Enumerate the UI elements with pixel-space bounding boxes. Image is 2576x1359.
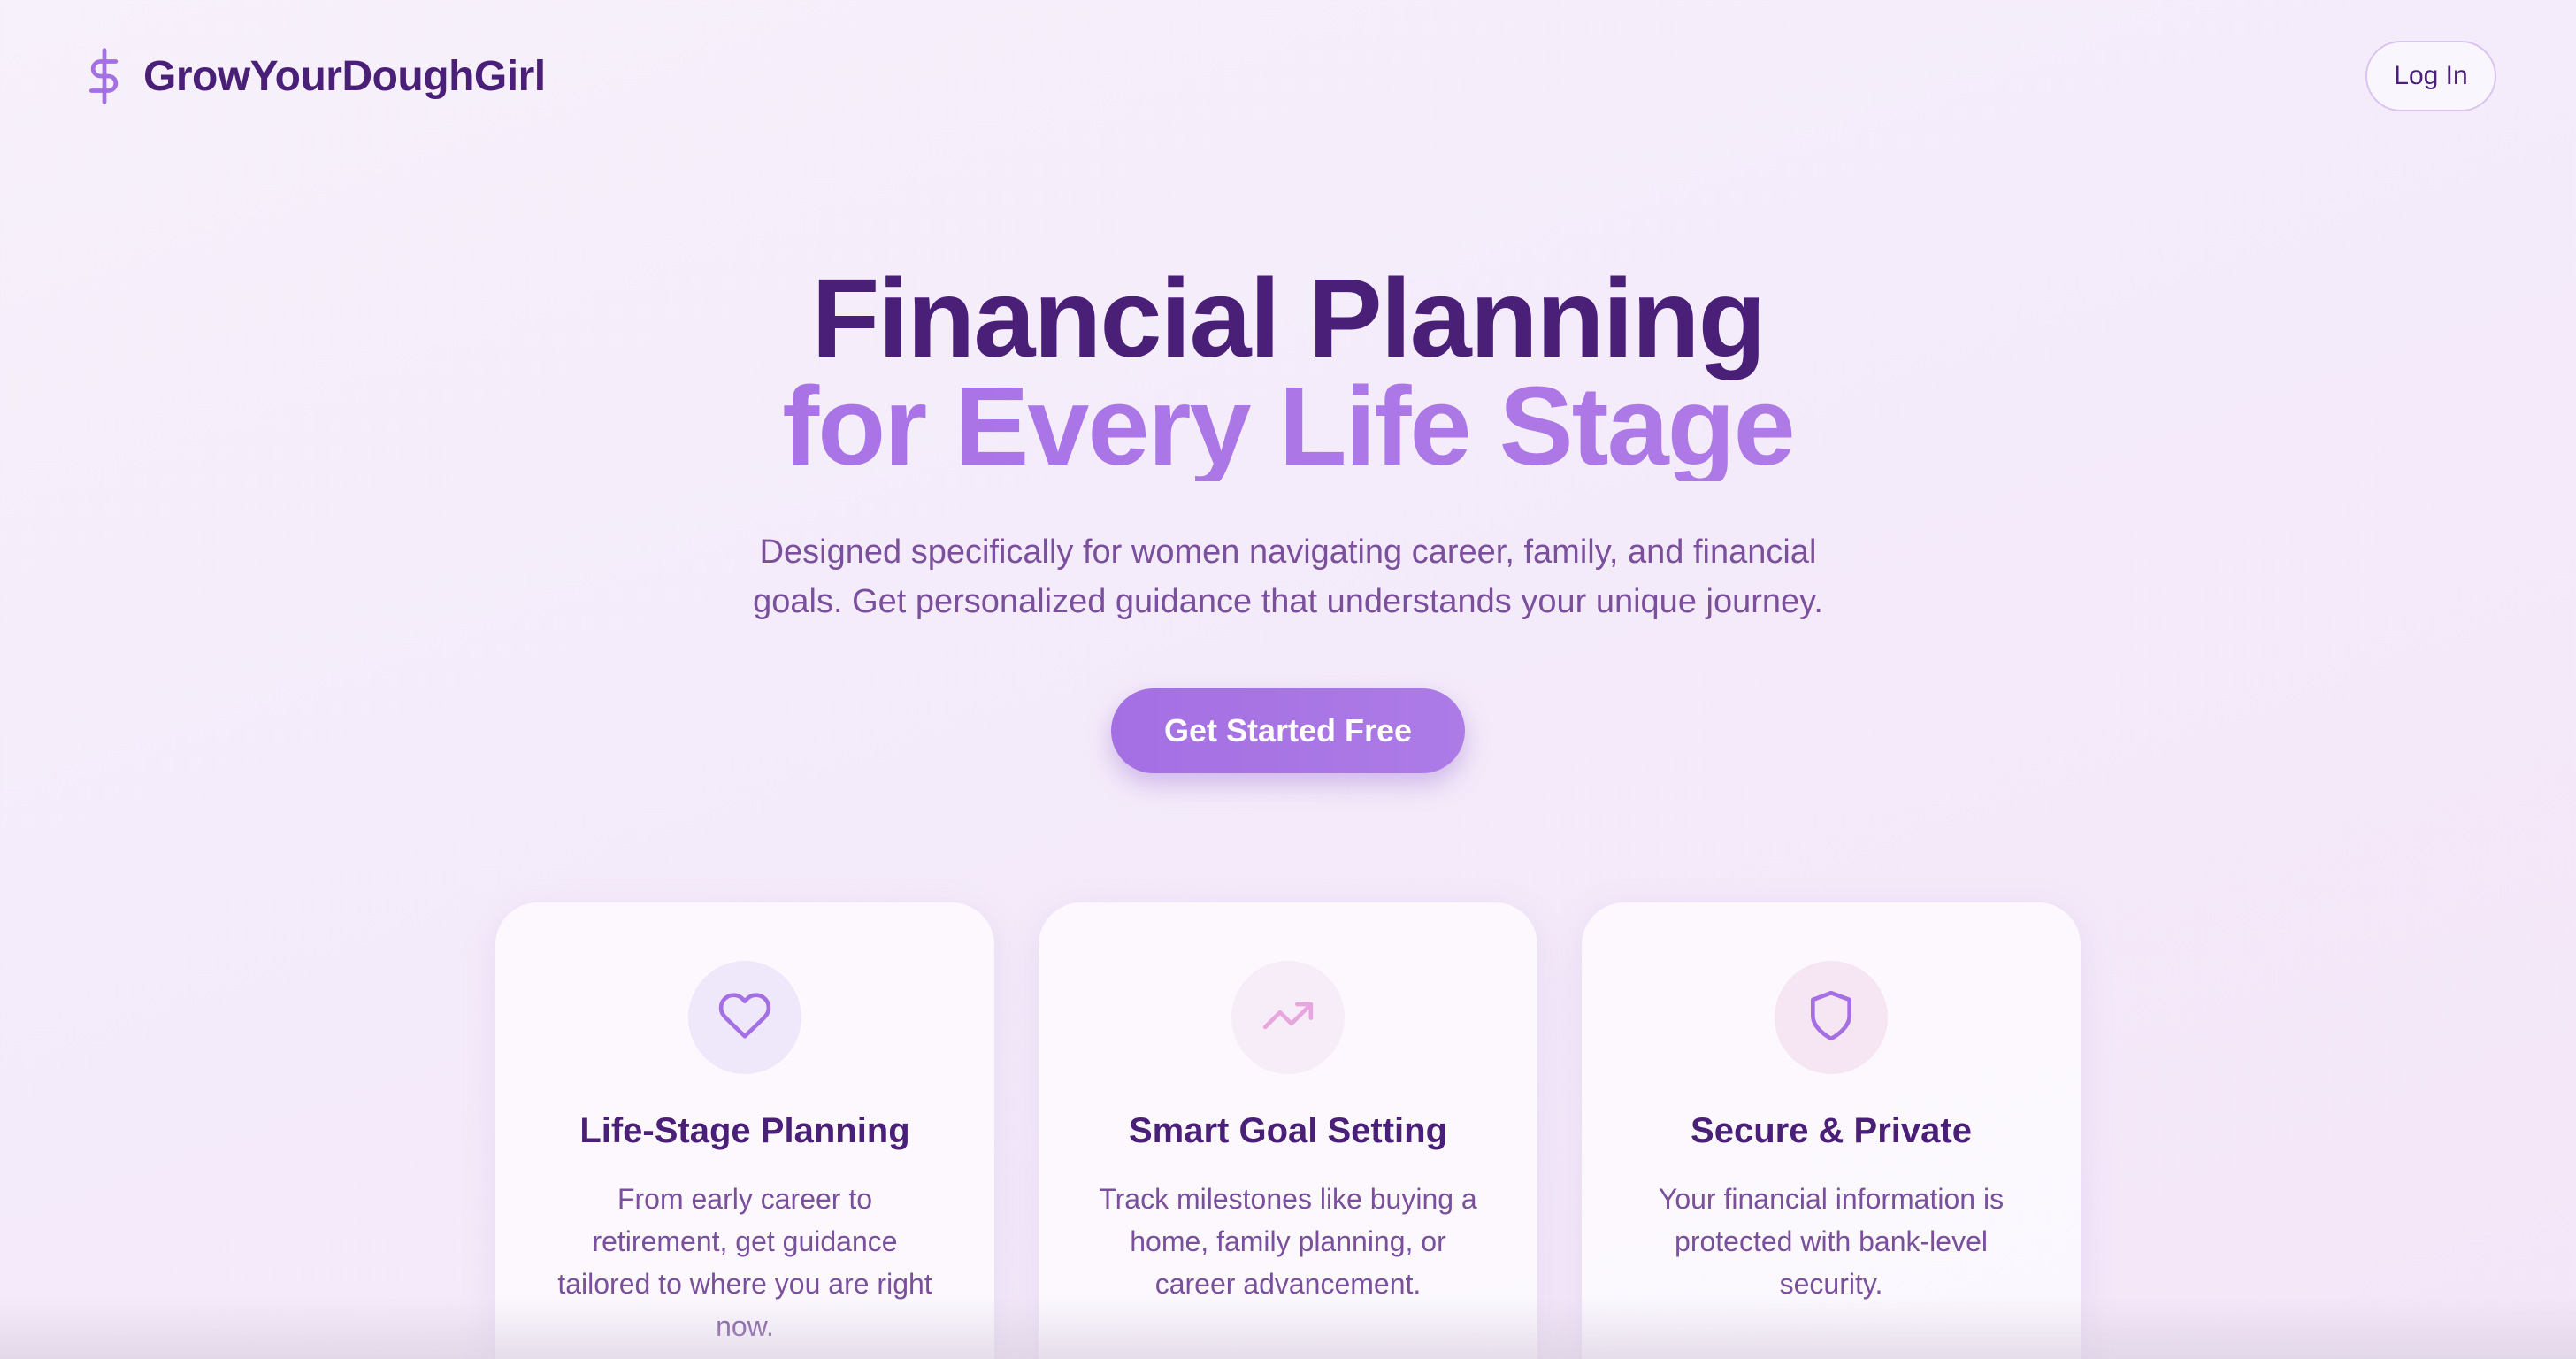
feature-title: Secure & Private bbox=[1690, 1111, 1972, 1150]
brand-name: GrowYourDoughGirl bbox=[143, 52, 546, 100]
feature-icon-container bbox=[1231, 961, 1345, 1074]
hero-title: Financial Planning for Every Life Stage bbox=[0, 256, 2576, 482]
bottom-fade-overlay bbox=[0, 1297, 2576, 1359]
login-button[interactable]: Log In bbox=[2365, 41, 2496, 111]
features-section: Life-Stage Planning From early career to… bbox=[495, 902, 2081, 1359]
hero-title-line2: for Every Life Stage bbox=[0, 371, 2576, 482]
feature-card-secure: Secure & Private Your financial informat… bbox=[1582, 902, 2081, 1359]
get-started-button[interactable]: Get Started Free bbox=[1111, 688, 1465, 773]
feature-description: Track milestones like buying a home, fam… bbox=[1099, 1183, 1477, 1300]
hero-section: Financial Planning for Every Life Stage … bbox=[0, 256, 2576, 773]
feature-title: Smart Goal Setting bbox=[1128, 1111, 1448, 1150]
site-header: GrowYourDoughGirl Log In bbox=[0, 0, 2576, 152]
shield-icon bbox=[1804, 988, 1859, 1048]
heart-icon bbox=[717, 988, 772, 1048]
hero-subtitle: Designed specifically for women navigati… bbox=[753, 534, 1823, 620]
hero-title-line1: Financial Planning bbox=[811, 256, 1766, 380]
feature-title: Life-Stage Planning bbox=[579, 1111, 910, 1150]
brand-logo[interactable]: GrowYourDoughGirl bbox=[85, 46, 546, 106]
feature-icon-container bbox=[1775, 961, 1888, 1074]
dollar-sign-icon bbox=[85, 46, 124, 106]
feature-icon-container bbox=[688, 961, 801, 1074]
feature-card-goal-setting: Smart Goal Setting Track milestones like… bbox=[1039, 902, 1537, 1359]
feature-card-life-stage: Life-Stage Planning From early career to… bbox=[495, 902, 994, 1359]
trending-up-icon bbox=[1261, 988, 1315, 1048]
feature-description: Your financial information is protected … bbox=[1658, 1183, 2005, 1300]
